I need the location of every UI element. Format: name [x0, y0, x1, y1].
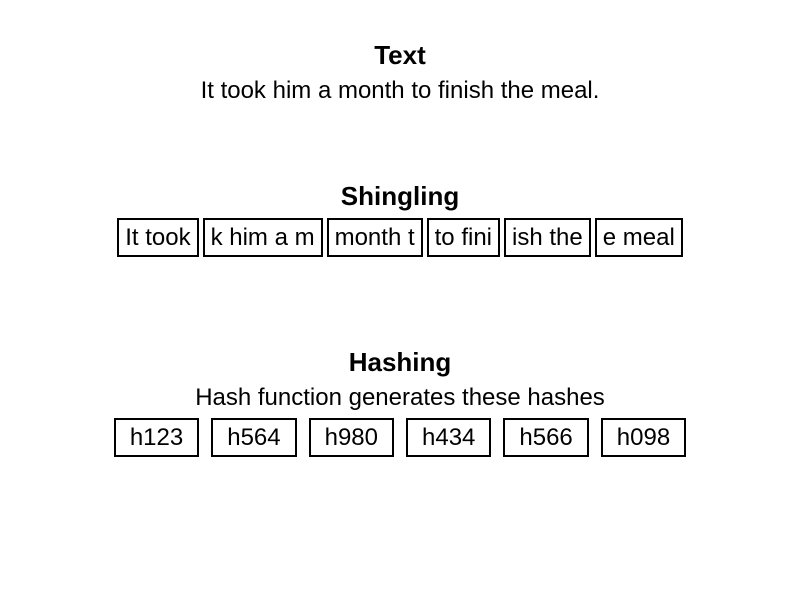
shingle-cell: It took — [117, 218, 198, 257]
hash-cell: h980 — [309, 418, 394, 457]
hash-cell: h434 — [406, 418, 491, 457]
hash-cell: h098 — [601, 418, 686, 457]
shingling-heading: Shingling — [50, 181, 750, 212]
hashing-heading: Hashing — [50, 347, 750, 378]
hash-cell: h566 — [503, 418, 588, 457]
shingling-row: It took k him a m month t to fini ish th… — [50, 218, 750, 257]
hashing-row: h123 h564 h980 h434 h566 h098 — [50, 418, 750, 457]
shingling-section: Shingling It took k him a m month t to f… — [50, 181, 750, 257]
shingle-cell: month t — [327, 218, 423, 257]
hashing-section: Hashing Hash function generates these ha… — [50, 347, 750, 457]
shingle-cell: k him a m — [203, 218, 323, 257]
hashing-subtitle: Hash function generates these hashes — [50, 384, 750, 412]
shingle-cell: ish the — [504, 218, 591, 257]
hash-cell: h564 — [211, 418, 296, 457]
text-body: It took him a month to finish the meal. — [50, 77, 750, 105]
hash-cell: h123 — [114, 418, 199, 457]
text-section: Text It took him a month to finish the m… — [50, 40, 750, 105]
shingle-cell: e meal — [595, 218, 683, 257]
shingle-cell: to fini — [427, 218, 500, 257]
text-heading: Text — [50, 40, 750, 71]
